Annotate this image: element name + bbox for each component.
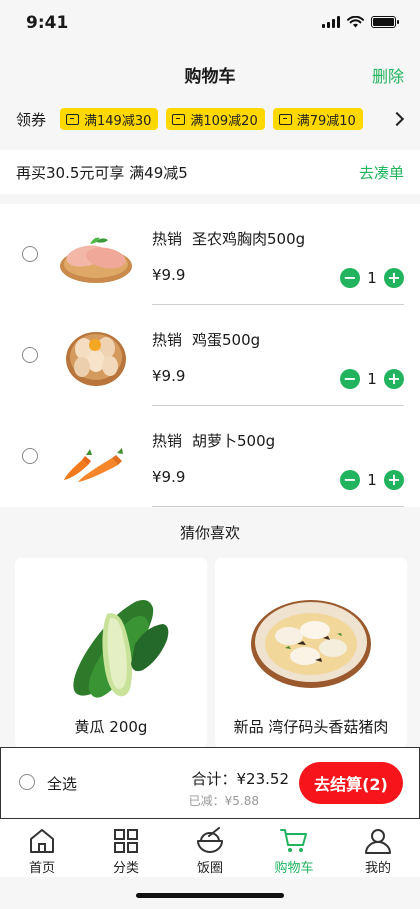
coupon-text: 满79减10 (296, 113, 356, 129)
hot-tag: 热销 (152, 331, 183, 349)
select-all-label[interactable]: 全选 (47, 773, 77, 794)
cucumbers-image (73, 600, 169, 698)
increase-button[interactable]: + (384, 268, 404, 288)
item-name: 胡萝卜500g (192, 432, 276, 450)
wifi-icon (347, 16, 364, 28)
ticket-icon (278, 113, 292, 125)
saved-amount: 已减：¥5.88 (188, 794, 259, 808)
home-icon (30, 829, 54, 853)
tab-home[interactable]: 首页 (0, 819, 84, 877)
grid-icon (114, 829, 138, 853)
chicken-breast-image (60, 237, 132, 283)
bowl-icon (197, 827, 223, 853)
tab-profile[interactable]: 我的 (336, 819, 420, 877)
tab-cart[interactable]: 购物车 (252, 819, 336, 877)
divider (152, 506, 404, 507)
status-icons (322, 16, 399, 28)
carrots-image (64, 448, 123, 482)
coupon-bar: 领券 满149减30 满109减20 满79减10 (0, 96, 420, 142)
coupon-list: 满149减30 满109减20 满79减10 (60, 108, 388, 130)
add-items-link[interactable]: 去凑单 (359, 162, 404, 183)
status-bar: 9:41 (0, 0, 420, 50)
battery-icon (371, 16, 399, 28)
decrease-button[interactable]: − (340, 268, 360, 288)
home-indicator (136, 893, 284, 898)
cart-list: 热销 圣农鸡胸肉500g ¥9.9 − 1 + 热销 鸡蛋500g ¥9.9 − 1 (0, 204, 420, 507)
delete-button[interactable]: 删除 (372, 63, 404, 87)
coupon-text: 满149减30 (84, 113, 152, 129)
promo-banner: 再买30.5元可享 满49减5 去凑单 (0, 150, 420, 194)
recommend-name: 新品 湾仔码头香菇猪肉 (233, 718, 389, 736)
tab-label: 我的 (364, 861, 391, 876)
item-name: 鸡蛋500g (192, 331, 261, 349)
coupon-label: 领券 (16, 110, 47, 129)
increase-button[interactable]: + (384, 470, 404, 490)
dumplings-image (251, 600, 371, 688)
item-price: ¥9.9 (152, 468, 186, 486)
coupon-text: 满109减20 (190, 113, 258, 129)
quantity-stepper: − 1 + (340, 369, 404, 389)
coupon-chip[interactable]: 满149减30 (60, 108, 159, 130)
coupon-chip[interactable]: 满79减10 (272, 108, 363, 130)
item-title: 热销 鸡蛋500g (152, 329, 260, 350)
decrease-button[interactable]: − (340, 470, 360, 490)
eggs-image (66, 332, 126, 386)
item-select-radio[interactable] (22, 448, 38, 464)
item-select-radio[interactable] (22, 347, 38, 363)
item-title: 热销 圣农鸡胸肉500g (152, 228, 305, 249)
status-time: 9:41 (26, 13, 69, 33)
tab-label: 分类 (112, 861, 139, 876)
item-name: 圣农鸡胸肉500g (192, 230, 306, 248)
recommend-title: 猜你喜欢 (179, 524, 240, 542)
checkout-button[interactable]: 去结算(2) (299, 762, 403, 804)
tab-label: 购物车 (274, 861, 314, 876)
item-select-radio[interactable] (22, 246, 38, 262)
quantity-value: 1 (367, 471, 377, 489)
select-all-radio[interactable] (19, 774, 35, 790)
coupon-chip[interactable]: 满109减20 (166, 108, 265, 130)
recommend-card[interactable]: 新品 湾仔码头香菇猪肉 (215, 558, 407, 748)
recommend-card[interactable]: 黄瓜 200g (15, 558, 207, 748)
cart-item: 热销 鸡蛋500g ¥9.9 − 1 + (0, 305, 420, 406)
hot-tag: 热销 (152, 432, 183, 450)
increase-button[interactable]: + (384, 369, 404, 389)
tab-bar: 首页 分类 饭圈 购物车 我的 (0, 819, 420, 877)
quantity-value: 1 (367, 370, 377, 388)
promo-text: 再买30.5元可享 满49减5 (16, 163, 188, 182)
chevron-right-icon[interactable] (389, 111, 405, 127)
item-title: 热销 胡萝卜500g (152, 430, 275, 451)
quantity-stepper: − 1 + (340, 268, 404, 288)
cart-item: 热销 圣农鸡胸肉500g ¥9.9 − 1 + (0, 204, 420, 305)
tab-label: 首页 (28, 861, 55, 876)
total-amount: 合计：¥23.52 (191, 770, 290, 788)
tab-community[interactable]: 饭圈 (168, 819, 252, 877)
decrease-button[interactable]: − (340, 369, 360, 389)
recommend-name: 黄瓜 200g (74, 718, 148, 736)
tab-category[interactable]: 分类 (84, 819, 168, 877)
nav-bar: 购物车 删除 (0, 50, 420, 96)
quantity-stepper: − 1 + (340, 470, 404, 490)
cart-icon (280, 829, 307, 852)
cellular-signal-icon (322, 16, 340, 28)
cart-item: 热销 胡萝卜500g ¥9.9 − 1 + (0, 406, 420, 507)
item-price: ¥9.9 (152, 266, 186, 284)
quantity-value: 1 (367, 269, 377, 287)
tab-label: 饭圈 (196, 861, 223, 876)
hot-tag: 热销 (152, 230, 183, 248)
page-title: 购物车 (184, 67, 236, 87)
user-icon (365, 829, 391, 854)
item-price: ¥9.9 (152, 367, 186, 385)
ticket-icon (66, 113, 79, 125)
checkout-bar: 全选 合计：¥23.52 已减：¥5.88 去结算(2) (0, 747, 420, 819)
ticket-icon (172, 113, 186, 125)
